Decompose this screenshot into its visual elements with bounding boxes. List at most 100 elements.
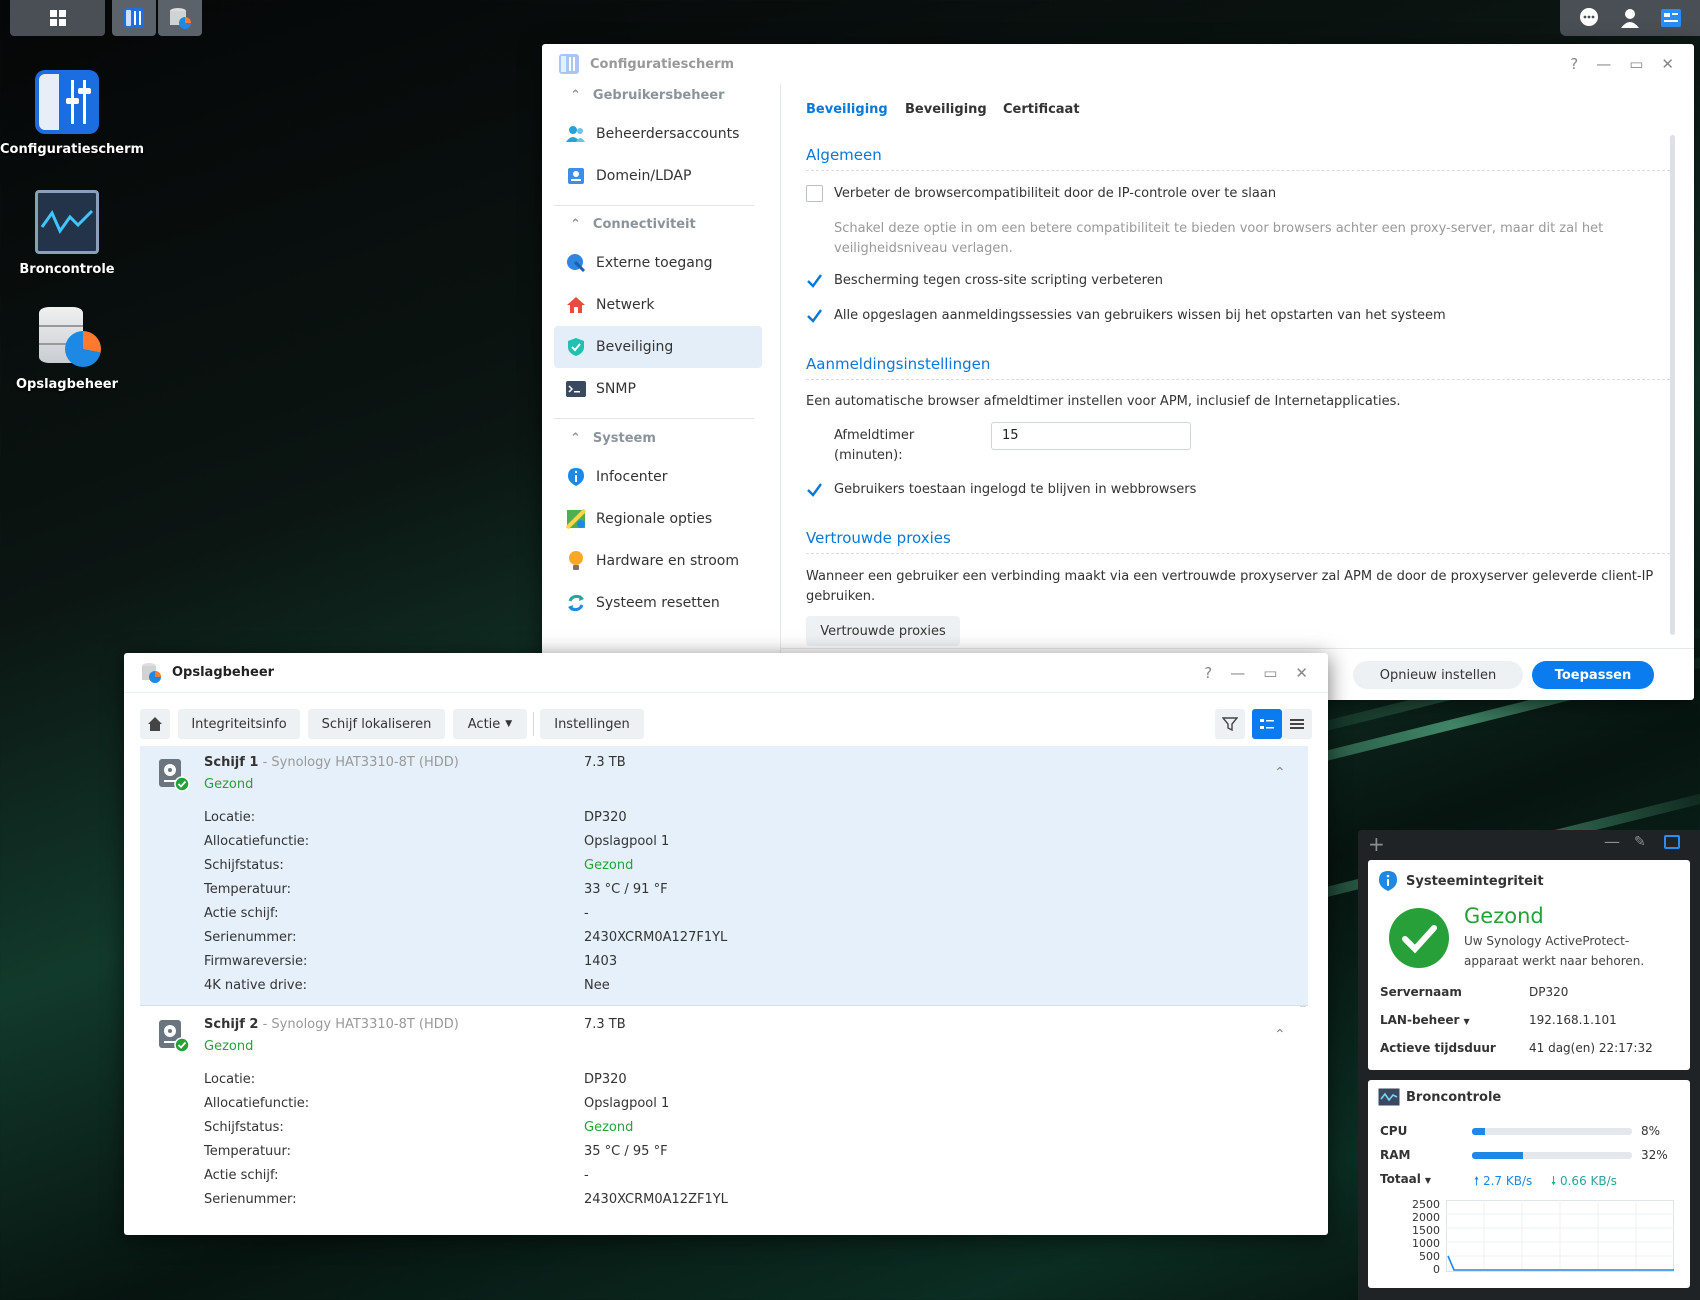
detail-value: 33 °C / 91 °F	[584, 882, 668, 897]
minimize-icon[interactable]: —	[1604, 832, 1620, 851]
sidebar-item-label: Systeem resetten	[596, 595, 720, 611]
widget-title: Broncontrole	[1406, 1090, 1502, 1105]
list-view-button[interactable]	[1252, 709, 1282, 739]
detail-label: Serienummer:	[204, 1192, 297, 1207]
help-icon[interactable]: ?	[1570, 55, 1578, 73]
chevron-up-icon[interactable]: ⌃	[1274, 765, 1286, 781]
detail-label: Temperatuur:	[204, 882, 292, 897]
maximize-icon[interactable]: ▭	[1263, 664, 1277, 682]
add-widget-icon[interactable]: +	[1368, 832, 1385, 856]
y-tick: 0	[1433, 1263, 1440, 1276]
reset-button[interactable]: Opnieuw instellen	[1353, 661, 1523, 689]
scrollbar[interactable]	[1670, 135, 1675, 635]
desktop-icon-control-panel[interactable]: Configuratiescherm	[0, 70, 144, 157]
widget-settings-icon[interactable]	[1664, 835, 1680, 849]
filter-button[interactable]	[1215, 709, 1245, 739]
y-tick: 2000	[1412, 1211, 1440, 1224]
trusted-proxies-button[interactable]: Vertrouwde proxies	[806, 616, 960, 646]
main-menu-button[interactable]	[10, 0, 105, 36]
sidebar-item-infocenter[interactable]: Infocenter	[554, 456, 762, 498]
login-description: Een automatische browser afmeldtimer ins…	[806, 394, 1401, 409]
uptime-value: 41 dag(en) 22:17:32	[1529, 1041, 1653, 1055]
desktop-icon-label: Opslagbeheer	[15, 377, 119, 392]
cpu-value: 8%	[1641, 1124, 1661, 1138]
sidebar-section-system[interactable]: ⌃ Systeem	[570, 431, 656, 446]
chevron-up-icon[interactable]: ⌃	[1274, 1027, 1286, 1043]
help-icon[interactable]: ?	[1204, 664, 1212, 682]
monitor-chart-icon	[1378, 1088, 1400, 1106]
resource-monitor-icon	[35, 190, 99, 254]
chevron-up-icon: ⌃	[570, 217, 581, 232]
sidebar-item-external-access[interactable]: Externe toegang	[554, 242, 762, 284]
integrity-info-button[interactable]: Integriteitsinfo	[178, 709, 300, 739]
checkbox-skip-ip-check[interactable]	[806, 185, 823, 202]
action-dropdown[interactable]: Actie ▼	[453, 709, 527, 739]
checkbox-clear-sessions[interactable]	[806, 307, 823, 324]
desktop-icon-label: Configuratiescherm	[0, 142, 145, 157]
locate-disk-button[interactable]: Schijf lokaliseren	[308, 709, 445, 739]
window-titlebar[interactable]: Configuratiescherm	[542, 44, 1694, 84]
window-title: Opslagbeheer	[172, 665, 275, 680]
divider	[806, 170, 1670, 171]
window-titlebar[interactable]: Opslagbeheer	[124, 653, 1328, 693]
sidebar-item-system-reset[interactable]: Systeem resetten	[554, 582, 762, 624]
tab-security[interactable]: Beveiliging	[806, 102, 888, 117]
chat-icon[interactable]	[1578, 7, 1600, 29]
desktop-icon-resource-monitor[interactable]: Broncontrole	[0, 190, 134, 277]
sidebar-item-admin-accounts[interactable]: Beheerdersaccounts	[554, 113, 762, 155]
disk-row-2[interactable]	[140, 1007, 1308, 1207]
y-tick: 1500	[1412, 1224, 1440, 1237]
compact-view-button[interactable]	[1282, 709, 1312, 739]
tab-certificate[interactable]: Certificaat	[1003, 102, 1080, 117]
disk-name: Schijf 1 - Synology HAT3310-8T (HDD)	[204, 755, 459, 770]
sidebar-section-connectivity[interactable]: ⌃ Connectiviteit	[570, 217, 696, 232]
id-card-icon	[566, 166, 586, 186]
lan-management-dropdown[interactable]: LAN-beheer ▼	[1380, 1013, 1470, 1027]
window-controls: ? — ▭ ✕	[1204, 653, 1308, 693]
widgets-icon[interactable]	[1660, 7, 1682, 29]
sidebar-item-snmp[interactable]: SNMP	[554, 368, 762, 410]
checkbox-xss-protection[interactable]	[806, 272, 823, 289]
reset-arrows-icon	[566, 593, 586, 613]
detail-label: Firmwareversie:	[204, 954, 308, 969]
detail-label: Schijfstatus:	[204, 1120, 284, 1135]
timer-input[interactable]: 15	[991, 422, 1191, 450]
close-icon[interactable]: ✕	[1295, 664, 1308, 682]
minimize-icon[interactable]: —	[1596, 55, 1611, 73]
control-panel-icon	[35, 70, 99, 134]
user-icon[interactable]	[1619, 7, 1641, 29]
sidebar-item-regional[interactable]: Regionale opties	[554, 498, 762, 540]
sidebar-item-label: Infocenter	[596, 469, 668, 485]
maximize-icon[interactable]: ▭	[1629, 55, 1643, 73]
taskbar-tray	[1560, 0, 1700, 36]
disk-size: 7.3 TB	[584, 1017, 626, 1032]
sidebar-item-hardware[interactable]: Hardware en stroom	[554, 540, 762, 582]
detail-label: Locatie:	[204, 810, 256, 825]
sidebar-item-domain-ldap[interactable]: Domein/LDAP	[554, 155, 762, 197]
close-icon[interactable]: ✕	[1661, 55, 1674, 73]
minimize-icon[interactable]: —	[1230, 664, 1245, 682]
tab-security-2[interactable]: Beveiliging	[905, 102, 987, 117]
divider	[806, 553, 1670, 554]
divider	[554, 205, 754, 206]
section-general-heading: Algemeen	[806, 146, 882, 164]
settings-button[interactable]: Instellingen	[540, 709, 644, 739]
taskbar-app-storage[interactable]	[158, 0, 202, 36]
network-chart: 2500 2000 1500 1000 500 0	[1400, 1198, 1675, 1278]
sidebar-section-user-mgmt[interactable]: ⌃ Gebruikersbeheer	[570, 88, 725, 103]
sidebar-item-label: Domein/LDAP	[596, 168, 692, 184]
total-dropdown[interactable]: Totaal ▼	[1380, 1172, 1431, 1186]
sidebar-item-security[interactable]: Beveiliging	[554, 326, 762, 368]
apply-button[interactable]: Toepassen	[1532, 661, 1654, 689]
disk-row-1[interactable]	[140, 746, 1308, 1006]
checkbox-stay-logged-in[interactable]	[806, 481, 823, 498]
shield-icon	[566, 337, 586, 357]
taskbar-app-control-panel[interactable]	[112, 0, 156, 36]
pin-icon[interactable]: ✎	[1634, 834, 1646, 850]
info-icon	[1379, 871, 1397, 891]
y-tick: 2500	[1412, 1198, 1440, 1211]
desktop-icon-storage-manager[interactable]: Opslagbeheer	[0, 305, 134, 392]
detail-value: 1403	[584, 954, 618, 969]
sidebar-item-network[interactable]: Netwerk	[554, 284, 762, 326]
home-button[interactable]	[140, 709, 170, 739]
